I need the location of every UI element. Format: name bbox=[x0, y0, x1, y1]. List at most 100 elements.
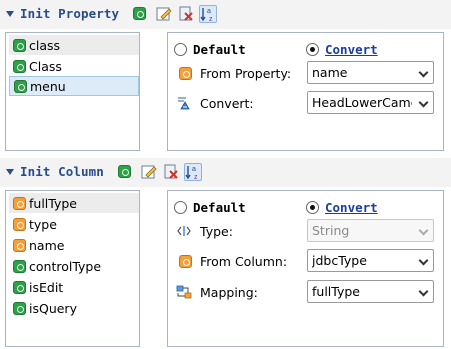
list-item-label: name bbox=[29, 237, 65, 253]
green-badge-icon bbox=[13, 259, 26, 273]
default-radio-label: Default bbox=[193, 199, 246, 215]
default-radio[interactable] bbox=[174, 42, 187, 56]
sort-az-button[interactable]: a z bbox=[184, 163, 202, 181]
from-property-label: From Property: bbox=[200, 65, 292, 81]
list-item-label: Class bbox=[29, 58, 62, 74]
convert-link[interactable]: Convert bbox=[325, 42, 378, 57]
type-value: String bbox=[312, 223, 350, 238]
list-item[interactable]: isQuery bbox=[9, 298, 139, 318]
default-radio-option[interactable]: Default bbox=[174, 199, 246, 215]
green-badge-icon bbox=[133, 7, 146, 20]
from-property-select[interactable]: name bbox=[307, 61, 434, 84]
from-column-label: From Column: bbox=[200, 253, 288, 269]
convert-value: HeadLowerCamel bbox=[312, 95, 412, 110]
orange-badge-icon bbox=[13, 196, 26, 210]
svg-text:a: a bbox=[207, 8, 211, 15]
svg-text:a: a bbox=[192, 166, 196, 173]
edit-pencil-icon bbox=[141, 165, 157, 179]
chevron-down-icon bbox=[418, 286, 429, 297]
section-header: Init Property a z bbox=[0, 0, 451, 29]
green-badge-icon bbox=[13, 301, 26, 315]
column-settings-panel: Default Convert Type: String From Column… bbox=[167, 190, 444, 347]
list-item-label: class bbox=[29, 37, 61, 53]
delete-doc-icon bbox=[179, 6, 193, 21]
mapping-icon bbox=[176, 285, 192, 299]
default-radio[interactable] bbox=[174, 200, 187, 214]
default-radio-option[interactable]: Default bbox=[174, 41, 246, 57]
mapping-value: fullType bbox=[312, 284, 360, 299]
delete-doc-icon bbox=[164, 164, 178, 179]
green-badge-icon bbox=[118, 165, 131, 178]
list-item-label: fullType bbox=[29, 195, 77, 211]
list-item[interactable]: class bbox=[9, 35, 139, 55]
add-green-badge-button[interactable] bbox=[117, 163, 135, 181]
column-list[interactable]: fullType type name controlType isEdit is… bbox=[5, 190, 140, 347]
type-label: Type: bbox=[200, 223, 233, 239]
convert-icon bbox=[178, 97, 190, 110]
list-item[interactable]: menu bbox=[9, 76, 139, 96]
init-column-section: Init Column a z fullType type name contr… bbox=[0, 158, 451, 349]
convert-radio-option[interactable]: Convert bbox=[306, 41, 378, 57]
list-item[interactable]: isEdit bbox=[9, 277, 139, 297]
convert-radio[interactable] bbox=[306, 42, 319, 56]
property-settings-panel: Default Convert From Property: name Conv… bbox=[167, 32, 444, 151]
section-title: Init Column bbox=[20, 164, 104, 179]
convert-label: Convert: bbox=[200, 95, 254, 111]
convert-select[interactable]: HeadLowerCamel bbox=[307, 91, 434, 114]
orange-badge-icon bbox=[179, 66, 192, 80]
init-property-section: Init Property a z class Class menu Defau… bbox=[0, 0, 451, 154]
mapping-row: Mapping: bbox=[176, 280, 258, 304]
green-badge-icon bbox=[13, 38, 26, 52]
list-item-label: menu bbox=[30, 78, 66, 94]
chevron-down-icon bbox=[418, 225, 429, 236]
chevron-down-icon bbox=[418, 255, 429, 266]
from-column-select[interactable]: jdbcType bbox=[307, 249, 434, 272]
orange-badge-icon bbox=[179, 254, 192, 268]
delete-button[interactable] bbox=[162, 163, 180, 181]
edit-button[interactable] bbox=[155, 5, 173, 23]
svg-text:z: z bbox=[209, 16, 213, 22]
list-item-label: controlType bbox=[29, 258, 102, 274]
edit-button[interactable] bbox=[140, 163, 158, 181]
chevron-down-icon bbox=[418, 97, 429, 108]
convert-link[interactable]: Convert bbox=[325, 200, 378, 215]
edit-pencil-icon bbox=[156, 7, 172, 21]
sort-az-icon: a z bbox=[185, 166, 198, 181]
from-property-row: From Property: bbox=[176, 61, 291, 85]
default-radio-label: Default bbox=[193, 41, 246, 57]
property-list[interactable]: class Class menu bbox=[5, 32, 140, 151]
type-icon bbox=[177, 226, 191, 236]
list-item-label: isEdit bbox=[29, 279, 64, 295]
list-item-label: isQuery bbox=[29, 300, 77, 316]
from-property-value: name bbox=[312, 65, 348, 80]
sort-az-icon: a z bbox=[200, 8, 213, 23]
convert-radio-option[interactable]: Convert bbox=[306, 199, 378, 215]
svg-text:z: z bbox=[194, 174, 198, 180]
chevron-down-icon bbox=[418, 67, 429, 78]
orange-badge-icon bbox=[13, 238, 26, 252]
collapse-triangle-icon[interactable] bbox=[6, 169, 14, 175]
list-item[interactable]: type bbox=[9, 214, 139, 234]
list-item[interactable]: fullType bbox=[9, 193, 139, 213]
green-badge-icon bbox=[14, 79, 27, 93]
mapping-select[interactable]: fullType bbox=[307, 280, 434, 303]
type-select: String bbox=[307, 219, 434, 242]
sort-az-button[interactable]: a z bbox=[199, 5, 217, 23]
collapse-triangle-icon[interactable] bbox=[6, 11, 14, 17]
section-title: Init Property bbox=[20, 6, 120, 21]
green-badge-icon bbox=[13, 59, 26, 73]
add-green-badge-button[interactable] bbox=[132, 5, 150, 23]
green-badge-icon bbox=[13, 280, 26, 294]
convert-row: Convert: bbox=[176, 91, 254, 115]
list-item[interactable]: controlType bbox=[9, 256, 139, 276]
from-column-row: From Column: bbox=[176, 249, 287, 273]
mapping-label: Mapping: bbox=[200, 284, 258, 300]
list-item-label: type bbox=[29, 216, 57, 232]
list-item[interactable]: name bbox=[9, 235, 139, 255]
delete-button[interactable] bbox=[177, 5, 195, 23]
list-item[interactable]: Class bbox=[9, 56, 139, 76]
orange-badge-icon bbox=[13, 217, 26, 231]
type-row: Type: bbox=[176, 219, 233, 243]
section-header: Init Column a z bbox=[0, 158, 451, 187]
convert-radio[interactable] bbox=[306, 200, 319, 214]
